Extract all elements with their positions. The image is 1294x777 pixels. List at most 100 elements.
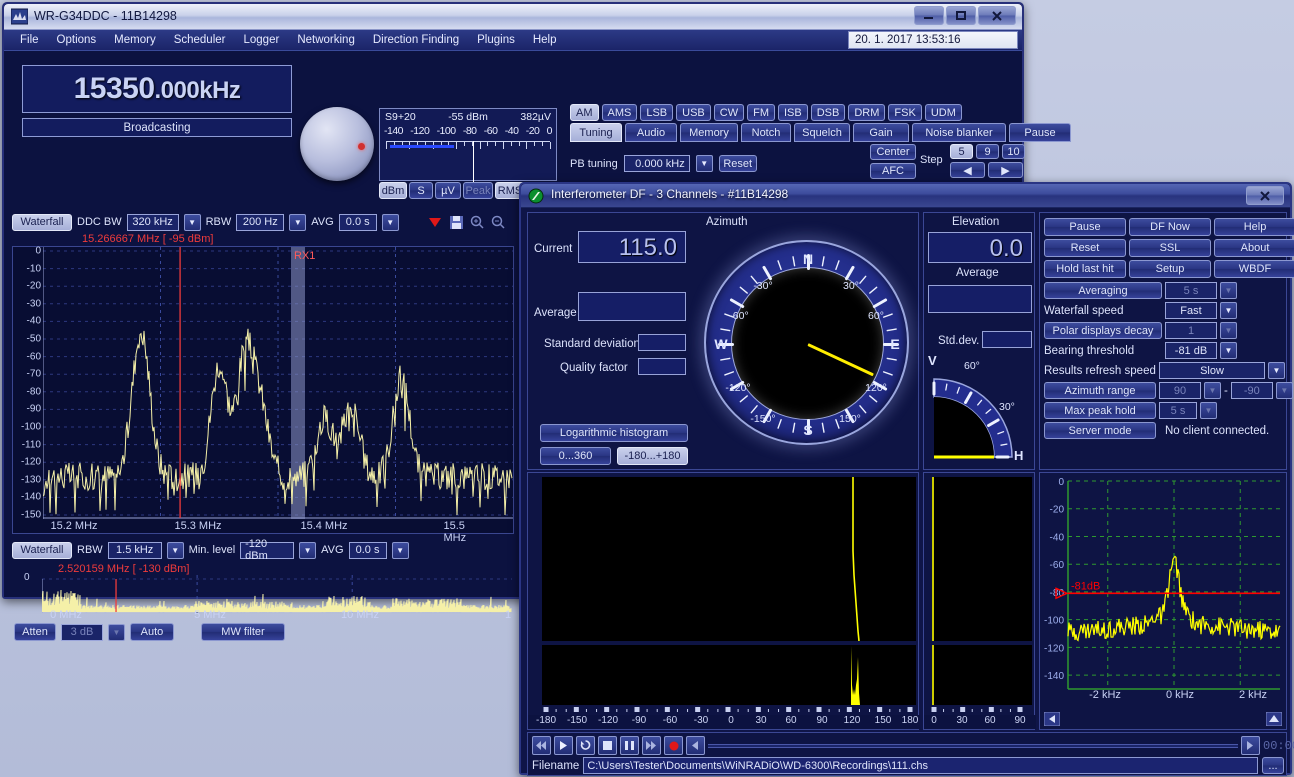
azimuth-current-field[interactable]: 115.0 xyxy=(578,231,686,263)
pb-tuning-input[interactable]: 0.000 kHz xyxy=(624,155,690,172)
tab-noise-blanker[interactable]: Noise blanker xyxy=(912,123,1006,142)
help-button[interactable]: Help xyxy=(1214,218,1294,236)
azimuth-range-180-button[interactable]: -180...+180 xyxy=(617,447,688,465)
azimuth-range-from-dropdown-icon[interactable]: ▼ xyxy=(1204,382,1221,399)
mode-fm[interactable]: FM xyxy=(747,104,775,121)
refresh-speed-dropdown-icon[interactable]: ▼ xyxy=(1268,362,1285,379)
azimuth-histogram-waterfall[interactable] xyxy=(542,645,916,705)
maximize-button[interactable] xyxy=(946,6,976,25)
mode-isb[interactable]: ISB xyxy=(778,104,808,121)
max-peak-hold-dropdown-icon[interactable]: ▼ xyxy=(1200,402,1217,419)
polar-decay-dropdown-icon[interactable]: ▼ xyxy=(1220,322,1237,339)
ddc-bw-input[interactable]: 320 kHz xyxy=(127,214,179,231)
mode-cw[interactable]: CW xyxy=(714,104,744,121)
ddc-spectrum-panel[interactable]: 0-10-20-30-40-50-60-70-80-90-100-110-120… xyxy=(12,246,514,534)
df-spectrum-group[interactable]: 0-20-40-60-80-100-120-140-81dB -2 kHz 0 … xyxy=(1039,472,1287,730)
mode-drm[interactable]: DRM xyxy=(848,104,885,121)
wide-waterfall-button[interactable]: Waterfall xyxy=(12,542,72,559)
mode-ams[interactable]: AMS xyxy=(602,104,638,121)
rewind-icon[interactable] xyxy=(532,736,551,755)
scroll-left-icon[interactable] xyxy=(1044,711,1060,727)
save-icon[interactable] xyxy=(448,214,464,230)
pause-button[interactable]: Pause xyxy=(1044,218,1126,236)
mode-lsb[interactable]: LSB xyxy=(640,104,673,121)
step-next-button[interactable]: ▶ xyxy=(988,162,1023,178)
azimuth-range-0-360-button[interactable]: 0...360 xyxy=(540,447,611,465)
tab-pause[interactable]: Pause xyxy=(1009,123,1071,142)
mode-dsb[interactable]: DSB xyxy=(811,104,846,121)
atten-value[interactable]: 3 dB xyxy=(61,624,103,641)
waterfall-speed-dropdown-icon[interactable]: ▼ xyxy=(1220,302,1237,319)
logarithmic-histogram-button[interactable]: Logarithmic histogram xyxy=(540,424,688,442)
filename-input[interactable]: C:\Users\Tester\Documents\WiNRADiO\WD-63… xyxy=(583,757,1258,774)
center-button[interactable]: Center xyxy=(870,144,916,160)
menu-file[interactable]: File xyxy=(12,32,47,48)
smeter-unit-s[interactable]: S xyxy=(409,182,433,199)
step-5[interactable]: 5 xyxy=(950,144,973,159)
azimuth-average-field[interactable] xyxy=(578,292,686,321)
wide-rbw-dropdown-icon[interactable]: ▼ xyxy=(167,542,184,559)
menu-help[interactable]: Help xyxy=(525,32,565,48)
tuning-knob[interactable] xyxy=(300,107,374,181)
ddc-avg-input[interactable]: 0.0 s xyxy=(339,214,377,231)
ddc-rbw-input[interactable]: 200 Hz xyxy=(236,214,284,231)
stop-icon[interactable] xyxy=(598,736,617,755)
zoom-in-icon[interactable] xyxy=(469,214,485,230)
azimuth-range-from[interactable]: 90 xyxy=(1159,382,1201,399)
polar-displays-decay-button[interactable]: Polar displays decay xyxy=(1044,322,1162,339)
ddc-waterfall-button[interactable]: Waterfall xyxy=(12,214,72,231)
hold-last-hit-button[interactable]: Hold last hit xyxy=(1044,260,1126,278)
pause-icon[interactable] xyxy=(620,736,639,755)
tab-squelch[interactable]: Squelch xyxy=(794,123,850,142)
menu-options[interactable]: Options xyxy=(49,32,105,48)
elevation-polar-waterfall[interactable] xyxy=(932,477,1032,641)
afc-button[interactable]: AFC xyxy=(870,163,916,179)
wide-min-level-input[interactable]: -120 dBm xyxy=(240,542,294,559)
ddc-rbw-dropdown-icon[interactable]: ▼ xyxy=(289,214,306,231)
wide-min-level-dropdown-icon[interactable]: ▼ xyxy=(299,542,316,559)
tab-notch[interactable]: Notch xyxy=(741,123,791,142)
averaging-dropdown-icon[interactable]: ▼ xyxy=(1220,282,1237,299)
polar-decay-value[interactable]: 1 xyxy=(1165,322,1217,339)
azimuth-range-to[interactable]: -90 xyxy=(1231,382,1273,399)
tab-audio[interactable]: Audio xyxy=(625,123,677,142)
reset-button[interactable]: Reset xyxy=(1044,239,1126,257)
ssl-button[interactable]: SSL xyxy=(1129,239,1211,257)
elevation-value-field[interactable]: 0.0 xyxy=(928,232,1032,263)
bearing-threshold-value[interactable]: -81 dB xyxy=(1165,342,1217,359)
wide-rbw-input[interactable]: 1.5 kHz xyxy=(108,542,162,559)
mode-am[interactable]: AM xyxy=(570,104,599,121)
play-icon[interactable] xyxy=(554,736,573,755)
elevation-average-field[interactable] xyxy=(928,285,1032,313)
pb-tuning-dropdown-icon[interactable]: ▼ xyxy=(696,155,713,172)
ddc-bw-dropdown-icon[interactable]: ▼ xyxy=(184,214,201,231)
menu-logger[interactable]: Logger xyxy=(236,32,288,48)
tab-memory[interactable]: Memory xyxy=(680,123,738,142)
wbdf-button[interactable]: WBDF xyxy=(1214,260,1294,278)
zoom-out-icon[interactable] xyxy=(490,214,506,230)
record-icon[interactable] xyxy=(664,736,683,755)
server-mode-button[interactable]: Server mode xyxy=(1044,422,1156,439)
step-9[interactable]: 9 xyxy=(976,144,999,159)
close-button[interactable] xyxy=(978,6,1016,25)
mode-udm[interactable]: UDM xyxy=(925,104,962,121)
smeter-unit-uv[interactable]: µV xyxy=(435,182,461,199)
menu-scheduler[interactable]: Scheduler xyxy=(166,32,234,48)
atten-dropdown-icon[interactable]: ▼ xyxy=(108,624,125,641)
loop-icon[interactable] xyxy=(576,736,595,755)
menu-memory[interactable]: Memory xyxy=(106,32,164,48)
minimize-button[interactable] xyxy=(914,6,944,25)
max-peak-hold-value[interactable]: 5 s xyxy=(1159,402,1197,419)
scroll-up-icon[interactable] xyxy=(1266,711,1282,727)
menu-direction-finding[interactable]: Direction Finding xyxy=(365,32,467,48)
step-back-icon[interactable] xyxy=(686,736,705,755)
elevation-histogram-waterfall[interactable] xyxy=(932,645,1032,705)
wide-avg-input[interactable]: 0.0 s xyxy=(349,542,387,559)
refresh-speed-value[interactable]: Slow xyxy=(1159,362,1265,379)
max-peak-hold-button[interactable]: Max peak hold xyxy=(1044,402,1156,419)
elevation-stddev-field[interactable] xyxy=(982,331,1032,348)
mode-fsk[interactable]: FSK xyxy=(888,104,921,121)
filename-browse-button[interactable]: ... xyxy=(1262,757,1284,774)
pb-tuning-reset-button[interactable]: Reset xyxy=(719,155,757,172)
atten-button[interactable]: Atten xyxy=(14,623,56,641)
